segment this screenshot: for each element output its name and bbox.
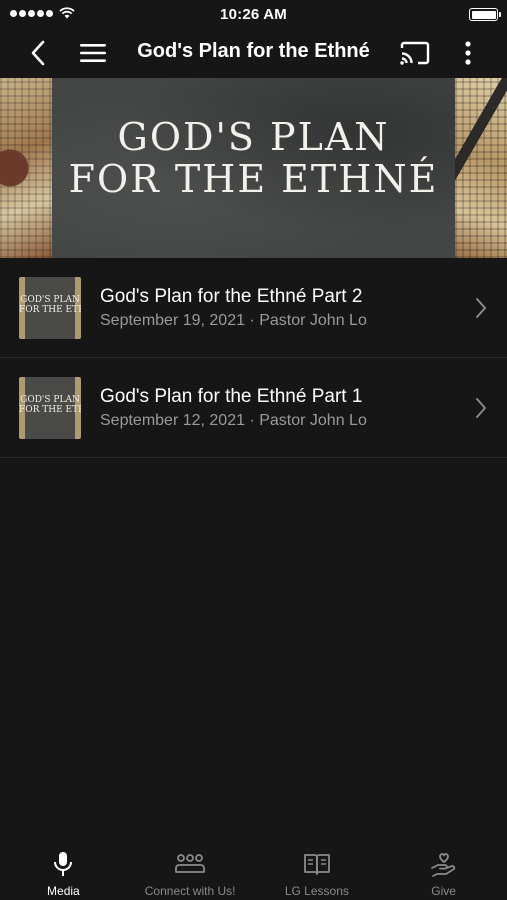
nav-bar: God's Plan for the Ethné <box>0 28 507 78</box>
wifi-icon <box>59 7 75 19</box>
banner-title-line2: for the ethné <box>68 157 439 201</box>
hamburger-menu-icon[interactable] <box>79 41 107 65</box>
chevron-right-icon <box>476 298 486 318</box>
tab-label: Connect with Us! <box>144 884 236 898</box>
thumbnail-text-line2: for the ethn <box>19 305 81 315</box>
tab-media[interactable]: Media <box>0 840 127 900</box>
status-time: 10:26 AM <box>220 5 287 23</box>
item-subtitle: September 19, 2021 · Pastor John Lo <box>100 312 367 329</box>
thumbnail-text-line1: God's Plan <box>20 395 80 405</box>
item-title: God's Plan for the Ethné Part 2 <box>100 286 363 307</box>
back-chevron-icon[interactable] <box>27 39 49 67</box>
chevron-right-icon <box>476 398 486 418</box>
list-item[interactable]: God's Plan for the ethn God's Plan for t… <box>0 358 507 458</box>
thumbnail-text-line1: God's Plan <box>20 295 80 305</box>
people-icon <box>175 854 206 873</box>
tab-label: Give <box>431 884 456 898</box>
status-left <box>10 7 75 19</box>
tab-bar: Media Connect with Us! LG Lessons Give <box>0 840 507 900</box>
tab-lg-lessons[interactable]: LG Lessons <box>254 840 381 900</box>
banner-title: God's Plan for the ethné <box>52 116 455 200</box>
thumbnail-text-line2: for the ethn <box>19 405 81 415</box>
microphone-icon <box>54 852 73 876</box>
tab-label: LG Lessons <box>284 884 349 898</box>
hand-heart-icon <box>430 853 455 877</box>
cast-icon[interactable] <box>399 40 431 66</box>
book-icon <box>303 854 330 875</box>
banner-title-line1: God's Plan <box>117 115 390 159</box>
status-bar: 10:26 AM <box>0 0 507 28</box>
page-title: God's Plan for the Ethné <box>137 40 370 62</box>
item-subtitle: September 12, 2021 · Pastor John Lo <box>100 412 367 429</box>
battery-icon <box>469 8 501 21</box>
media-list: God's Plan for the ethn God's Plan for t… <box>0 258 507 458</box>
item-title: God's Plan for the Ethné Part 1 <box>100 386 363 407</box>
banner-mosaic-left <box>0 78 52 258</box>
list-item[interactable]: God's Plan for the ethn God's Plan for t… <box>0 258 507 358</box>
signal-strength-icon <box>10 9 53 17</box>
banner-mosaic-right <box>455 78 507 258</box>
item-thumbnail: God's Plan for the ethn <box>19 377 81 439</box>
item-thumbnail: God's Plan for the ethn <box>19 277 81 339</box>
tab-connect[interactable]: Connect with Us! <box>127 840 254 900</box>
more-options-icon[interactable] <box>460 39 476 67</box>
tab-give[interactable]: Give <box>380 840 507 900</box>
tab-label: Media <box>47 884 80 898</box>
series-banner: God's Plan for the ethné <box>0 78 507 258</box>
